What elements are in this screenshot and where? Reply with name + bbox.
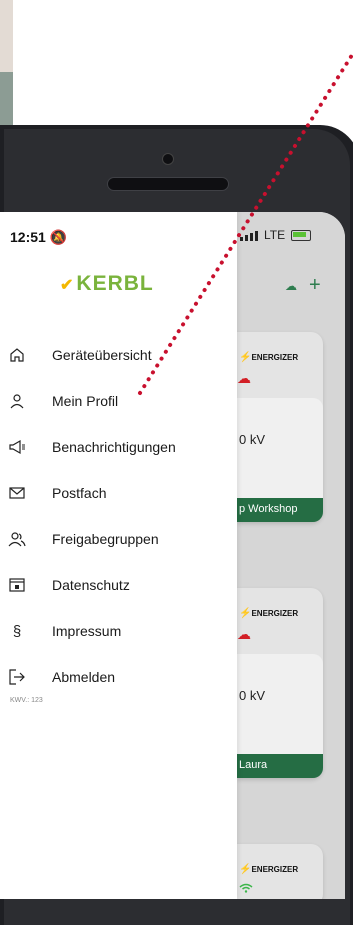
menu-label: Postfach	[52, 485, 107, 501]
device-card[interactable]: ⚡ENERGIZER ☁ 0 kV p Workshop	[237, 332, 323, 522]
menu-item-profile[interactable]: Mein Profil	[0, 378, 237, 424]
device-card-footer: Laura	[237, 754, 323, 778]
add-device-button[interactable]: +	[309, 274, 321, 297]
app-version: KWV.: 123	[10, 697, 43, 704]
menu-item-mailbox[interactable]: Postfach	[0, 470, 237, 516]
megaphone-icon	[8, 438, 26, 456]
menu-label: Impressum	[52, 623, 122, 639]
bolt-icon: ⚡	[239, 864, 252, 875]
bell-muted-icon: 🔕	[49, 229, 68, 245]
navigation-drawer: 12:51 🔕 ✔KERBL Geräteübersicht Mein Prof…	[0, 212, 237, 899]
logo-mark-icon: ✔	[60, 277, 75, 294]
menu-item-imprint[interactable]: § Impressum	[0, 608, 237, 654]
device-brand: ⚡ENERGIZER	[239, 864, 299, 875]
network-type: LTE	[264, 228, 286, 242]
menu-label: Datenschutz	[52, 577, 130, 593]
device-card-footer: p Workshop	[237, 498, 323, 522]
menu-label: Mein Profil	[52, 393, 119, 409]
device-brand: ⚡ENERGIZER	[239, 608, 299, 619]
background-beige	[0, 0, 13, 72]
speaker-grille	[107, 177, 229, 191]
device-card-header: ⚡ENERGIZER ☁	[237, 588, 323, 650]
device-name: p Workshop	[239, 503, 298, 515]
section-icon: §	[12, 622, 22, 640]
phone-screen: ☁ + ⚡ENERGIZER ☁ 0 kV p Workshop ⚡ENERGI…	[0, 212, 345, 899]
device-name: Laura	[239, 759, 268, 771]
cloud-offline-icon: ☁	[237, 626, 251, 642]
menu-label: Freigabegruppen	[52, 531, 159, 547]
bolt-icon: ⚡	[239, 608, 252, 619]
menu-item-notifications[interactable]: Benachrichtigungen	[0, 424, 237, 470]
battery-icon	[291, 229, 312, 241]
users-icon	[8, 530, 26, 548]
wifi-icon	[239, 882, 253, 896]
device-list-background: ☁ + ⚡ENERGIZER ☁ 0 kV p Workshop ⚡ENERGI…	[237, 212, 345, 899]
menu-item-privacy[interactable]: Datenschutz	[0, 562, 237, 608]
envelope-icon	[8, 484, 26, 502]
signal-icon	[240, 230, 258, 241]
device-card-header: ⚡ENERGIZER ☁	[237, 332, 323, 394]
device-card-body: 0 kV	[237, 654, 323, 754]
user-icon	[8, 392, 26, 410]
cloud-icon[interactable]: ☁	[285, 279, 297, 293]
camera	[162, 153, 174, 165]
menu-item-devices[interactable]: Geräteübersicht	[0, 332, 237, 378]
cloud-offline-icon: ☁	[237, 370, 251, 386]
device-voltage: 0 kV	[239, 688, 266, 703]
menu-item-share-groups[interactable]: Freigabegruppen	[0, 516, 237, 562]
home-icon	[8, 346, 26, 364]
device-card[interactable]: ⚡ENERGIZER ☁ 0 kV Laura	[237, 588, 323, 778]
device-card[interactable]: ⚡ENERGIZER	[237, 844, 323, 899]
header-actions: ☁ +	[285, 274, 321, 297]
logout-icon	[8, 668, 26, 686]
status-indicators: LTE	[240, 228, 312, 242]
device-card-header: ⚡ENERGIZER	[237, 844, 323, 899]
status-time: 12:51 🔕	[10, 229, 68, 245]
device-card-body: 0 kV	[237, 398, 323, 498]
menu-item-logout[interactable]: Abmelden	[0, 654, 237, 700]
menu-label: Benachrichtigungen	[52, 439, 176, 455]
lock-folder-icon	[8, 576, 26, 594]
menu-label: Abmelden	[52, 669, 116, 685]
bolt-icon: ⚡	[239, 352, 252, 363]
device-voltage: 0 kV	[239, 432, 266, 447]
menu-label: Geräteübersicht	[52, 347, 152, 363]
menu-list: Geräteübersicht Mein Profil Benachrichti…	[0, 332, 237, 700]
device-brand: ⚡ENERGIZER	[239, 352, 299, 363]
app-logo: ✔KERBL	[60, 272, 154, 295]
